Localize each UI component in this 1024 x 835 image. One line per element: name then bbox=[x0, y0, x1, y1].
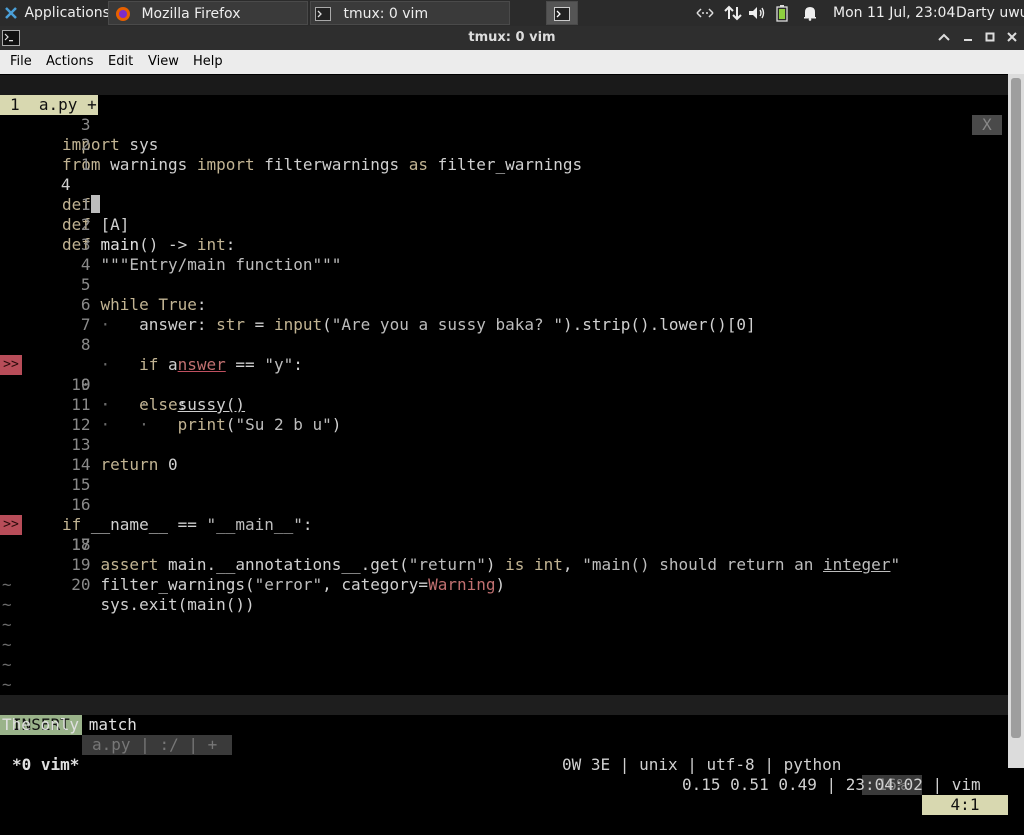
vim-file-info: 0W 3E | unix | utf-8 | python bbox=[562, 755, 842, 774]
vim-fileformat: unix bbox=[639, 755, 678, 774]
minimize-icon bbox=[964, 39, 972, 41]
code-line: 3 """Entry/main function""" bbox=[62, 235, 342, 274]
tmux-host: vim bbox=[951, 775, 981, 794]
vim-tab-close-button[interactable]: X bbox=[972, 115, 1002, 135]
window-titlebar[interactable]: tmux: 0 vim bbox=[0, 26, 1024, 50]
code-line: 8 · if answer == "y": bbox=[80, 335, 303, 374]
terminal-icon bbox=[554, 7, 570, 21]
code-line: 3 import sys bbox=[62, 115, 159, 154]
tmux-time: 23:04:02 bbox=[845, 775, 923, 794]
volume-icon[interactable] bbox=[748, 0, 766, 26]
vim-tabline: 1 a.py + X bbox=[0, 75, 1008, 135]
vim-encoding: utf-8 bbox=[706, 755, 755, 774]
chevron-up-icon bbox=[938, 33, 950, 41]
tmux-status-right: 0.15 0.51 0.49 | 23:04:02 | vim bbox=[682, 775, 981, 794]
menu-view[interactable]: View bbox=[148, 50, 179, 74]
panel-clock[interactable]: Mon 11 Jul, 23:04 bbox=[833, 0, 955, 26]
taskbar-tmux-label: tmux: 0 vim bbox=[343, 6, 429, 22]
code-line: 14 bbox=[71, 455, 91, 474]
scrollbar-thumb[interactable] bbox=[1011, 78, 1021, 738]
taskbar-firefox-label: Mozilla Firefox bbox=[141, 6, 241, 22]
code-line: 12 bbox=[71, 415, 91, 434]
text-cursor bbox=[90, 195, 100, 213]
code-line-current: 4 def bbox=[0, 155, 100, 214]
code-line: 19 filter_warnings("error", category=War… bbox=[62, 555, 506, 594]
xfce-logo-icon bbox=[5, 7, 17, 19]
vim-diagnostics: 0W 3E bbox=[562, 755, 611, 774]
tmux-load: 0.15 0.51 0.49 bbox=[682, 775, 817, 794]
panel-user[interactable]: Darty uwu bbox=[956, 0, 1024, 26]
vim-cursor-position: 4:1 bbox=[922, 795, 1008, 815]
close-window-button[interactable] bbox=[1002, 26, 1022, 50]
code-line: >> 17 assert main.__annotations__.get("r… bbox=[0, 495, 900, 574]
top-panel: Applications Mozilla Firefox tmux: 0 vim… bbox=[0, 0, 1024, 26]
firefox-icon bbox=[116, 7, 130, 21]
taskbar-terminal-button[interactable] bbox=[546, 1, 578, 25]
maximize-window-button[interactable] bbox=[980, 26, 1000, 50]
code-line: 1 bbox=[80, 155, 91, 174]
menu-actions[interactable]: Actions bbox=[46, 50, 94, 74]
empty-line-marker: ~ bbox=[2, 615, 12, 634]
window-title: tmux: 0 vim bbox=[468, 30, 556, 45]
code-line: 11 · · print("Su 2 b u") bbox=[71, 395, 342, 434]
code-line: 1 def [A] bbox=[62, 195, 130, 234]
code-line: 4 bbox=[80, 255, 91, 274]
empty-line-marker: ~ bbox=[2, 575, 12, 594]
terminal-scrollbar[interactable] bbox=[1008, 74, 1024, 768]
notification-bell-icon[interactable] bbox=[802, 0, 818, 26]
empty-line-marker: ~ bbox=[2, 675, 12, 694]
menu-help[interactable]: Help bbox=[193, 50, 223, 74]
code-line: 2 from warnings import filterwarnings as… bbox=[62, 135, 583, 174]
battery-icon[interactable] bbox=[776, 0, 788, 26]
transfer-icon[interactable] bbox=[724, 0, 742, 26]
code-line: 5 while True: bbox=[80, 275, 207, 314]
network-icon[interactable] bbox=[696, 0, 714, 26]
code-line: 15 bbox=[71, 475, 91, 494]
tmux-window[interactable]: *0 vim* bbox=[12, 755, 79, 775]
code-line: 20 sys.exit(main()) bbox=[62, 575, 255, 614]
empty-line-marker: ~ bbox=[2, 655, 12, 674]
applications-menu[interactable]: Applications bbox=[4, 0, 110, 26]
taskbar-tmux[interactable]: tmux: 0 vim bbox=[310, 1, 510, 25]
empty-line-marker: ~ bbox=[2, 595, 12, 614]
taskbar-firefox[interactable]: Mozilla Firefox bbox=[108, 1, 308, 25]
empty-line-marker: ~ bbox=[2, 635, 12, 654]
code-line: 13 return 0 bbox=[71, 435, 178, 474]
code-line: 18 bbox=[71, 535, 91, 554]
vim-filetype: python bbox=[783, 755, 842, 774]
applications-label: Applications bbox=[24, 5, 110, 21]
terminal-icon bbox=[315, 7, 331, 21]
menubar: File Actions Edit View Help bbox=[0, 50, 1024, 74]
code-line: 7 bbox=[80, 315, 91, 334]
vim-statusline: INSERT a.py | :/ | + 0W 3E | unix | utf-… bbox=[0, 695, 1008, 815]
menu-file[interactable]: File bbox=[10, 50, 32, 74]
code-line: 16 if __name__ == "__main__": bbox=[62, 495, 313, 534]
shade-window-button[interactable] bbox=[934, 26, 954, 50]
code-line: >> 9 · · sussy() bbox=[0, 335, 245, 414]
menu-edit[interactable]: Edit bbox=[108, 50, 133, 74]
tmux-statusbar: *0 vim* 0.15 0.51 0.49 | 23:04:02 | vim bbox=[0, 735, 1008, 794]
maximize-icon bbox=[985, 32, 995, 42]
terminal-area[interactable]: 1 a.py + X 3 import sys 2 from warnings … bbox=[0, 74, 1008, 815]
minimize-window-button[interactable] bbox=[958, 26, 978, 50]
code-line: 10 · else: bbox=[71, 375, 188, 414]
code-line: 2 def main() -> int: bbox=[62, 215, 236, 254]
close-icon bbox=[1007, 32, 1017, 42]
code-line: 6 · answer: str = input("Are you a sussy… bbox=[80, 295, 756, 334]
vim-message: The only match bbox=[2, 715, 137, 734]
